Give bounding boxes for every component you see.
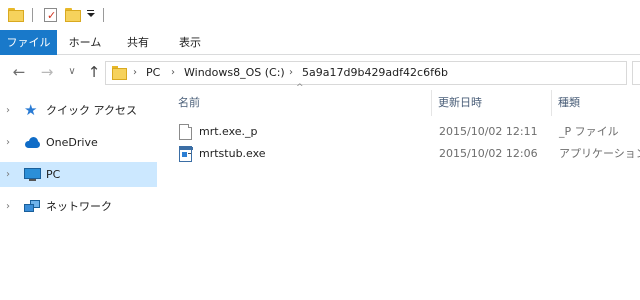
cloud-icon <box>24 135 41 150</box>
sidebar-item-pc[interactable]: › PC <box>0 162 157 187</box>
tab-home[interactable]: ホーム <box>60 30 110 55</box>
up-arrow-icon[interactable]: ↑ <box>84 56 104 88</box>
column-divider[interactable] <box>551 90 552 116</box>
sidebar-item-label: OneDrive <box>46 136 98 149</box>
network-icon <box>24 199 41 214</box>
tab-view[interactable]: 表示 <box>166 30 214 55</box>
file-row-mrt-exe-p[interactable]: mrt.exe._p 2015/10/02 12:11 _P ファイル <box>170 121 640 143</box>
breadcrumb-separator[interactable]: › <box>289 62 293 84</box>
recent-locations-icon[interactable]: ∨ <box>64 56 80 88</box>
navigation-pane: › ★ クイック アクセス › OneDrive › PC › ネットワーク <box>0 90 160 300</box>
sidebar-item-label: ネットワーク <box>46 200 112 213</box>
sidebar-item-label: PC <box>46 168 61 181</box>
breadcrumb-separator[interactable]: › <box>171 62 175 84</box>
sidebar-item-network[interactable]: › ネットワーク <box>0 194 157 219</box>
breadcrumb-pc[interactable]: PC <box>146 62 160 84</box>
file-name: mrt.exe._p <box>199 125 258 138</box>
breadcrumb-folder[interactable]: 5a9a17d9b429adf42c6f6b <box>302 62 448 84</box>
generic-file-icon <box>179 124 192 140</box>
computer-icon <box>24 167 41 182</box>
breadcrumb-separator[interactable]: › <box>133 62 137 84</box>
file-row-mrtstub-exe[interactable]: mrtstub.exe 2015/10/02 12:06 アプリケーション <box>170 143 640 165</box>
forward-arrow-icon[interactable]: → <box>36 56 58 88</box>
column-header-modified[interactable]: 更新日時 <box>438 90 548 116</box>
file-name: mrtstub.exe <box>199 147 266 160</box>
tab-file[interactable]: ファイル <box>0 30 57 55</box>
column-divider[interactable] <box>431 90 432 116</box>
ribbon-tab-bar: ファイル ホーム 共有 表示 <box>0 30 640 55</box>
breadcrumb-drive[interactable]: Windows8_OS (C:) <box>184 62 285 84</box>
star-icon: ★ <box>24 101 38 119</box>
chevron-right-icon[interactable]: › <box>6 130 10 155</box>
file-modified: 2015/10/02 12:11 <box>439 125 538 138</box>
address-toolbar: ← → ∨ ↑ › PC › Windows8_OS (C:) › 5a9a17… <box>0 56 640 88</box>
back-arrow-icon[interactable]: ← <box>8 56 30 88</box>
search-input[interactable] <box>632 61 640 85</box>
folder-icon[interactable] <box>8 8 24 22</box>
sidebar-item-label: クイック アクセス <box>46 104 137 117</box>
tab-share[interactable]: 共有 <box>114 30 162 55</box>
sidebar-item-onedrive[interactable]: › OneDrive <box>0 130 157 155</box>
properties-icon[interactable]: ✓ <box>44 8 57 22</box>
chevron-right-icon[interactable]: › <box>6 162 10 187</box>
toolbar-divider <box>32 8 33 22</box>
file-modified: 2015/10/02 12:06 <box>439 147 538 160</box>
customize-quick-access-icon[interactable] <box>86 8 96 20</box>
file-type: アプリケーション <box>559 147 640 160</box>
toolbar-divider <box>103 8 104 22</box>
sidebar-item-quick-access[interactable]: › ★ クイック アクセス <box>0 98 157 123</box>
new-folder-icon[interactable] <box>65 8 81 22</box>
folder-icon <box>112 66 127 80</box>
chevron-right-icon[interactable]: › <box>6 194 10 219</box>
file-type: _P ファイル <box>559 125 619 138</box>
quick-access-toolbar: ✓ <box>0 0 640 30</box>
column-header-type[interactable]: 種類 <box>558 90 638 116</box>
chevron-right-icon[interactable]: › <box>6 98 10 123</box>
column-header-name[interactable]: 名前 <box>178 90 428 116</box>
address-bar[interactable]: › PC › Windows8_OS (C:) › 5a9a17d9b429ad… <box>105 61 627 85</box>
application-file-icon <box>179 146 193 162</box>
